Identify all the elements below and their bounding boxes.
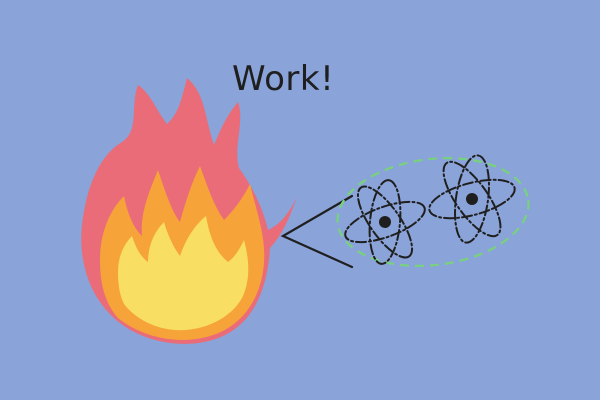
illustration-scene: Work! <box>0 0 600 400</box>
atom-icon <box>344 179 426 265</box>
work-caption: Work! <box>232 59 335 99</box>
fire-icon <box>81 78 297 344</box>
atom-icon <box>428 154 516 244</box>
